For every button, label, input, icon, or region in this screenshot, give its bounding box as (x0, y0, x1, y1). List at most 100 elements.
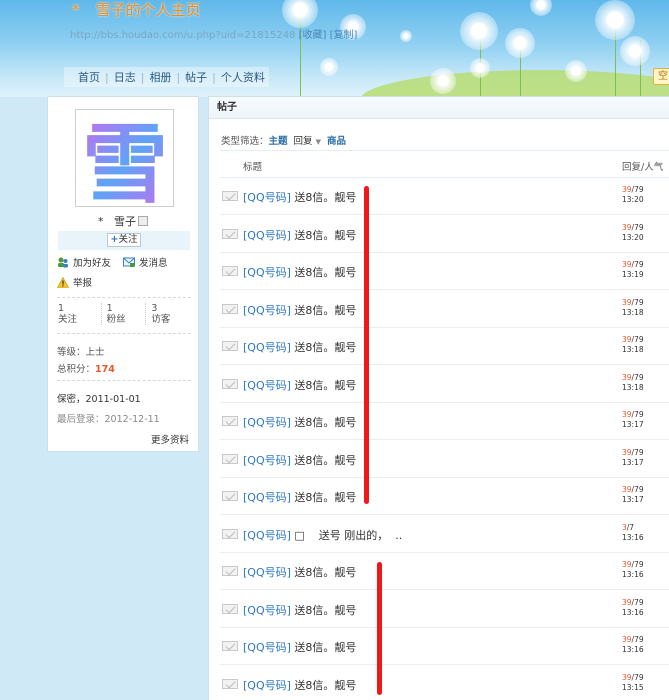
post-time: 13:19 (622, 270, 644, 279)
banner-hill (360, 70, 669, 97)
post-stats: 39/79 13:15 (622, 673, 644, 693)
avatar-glyph: 雪 (82, 115, 168, 204)
message-icon (123, 257, 135, 267)
nav-item-profile[interactable]: 个人资料 (221, 69, 265, 85)
nav-item-home[interactable]: 首页 (78, 69, 100, 85)
avatar[interactable]: 雪 (75, 109, 174, 207)
table-row: [QQ号码] 送8信。靓号 39/79 13:18 (220, 366, 669, 403)
more-info-link[interactable]: 更多资料 (151, 432, 189, 446)
post-title[interactable]: [QQ号码] 送8信。靓号 (243, 489, 356, 505)
post-title[interactable]: [QQ号码] 送8信。靓号 (243, 677, 356, 693)
reply-count: 39 (622, 672, 632, 682)
dandelion-decoration (430, 68, 456, 94)
post-title[interactable]: [QQ号码] 送8信。靓号 (243, 414, 356, 430)
post-category[interactable]: [QQ号码] (243, 566, 291, 579)
send-message-label: 发消息 (139, 258, 168, 269)
points-label: 总积分： (57, 364, 96, 375)
stat-fans[interactable]: 1 粉丝 (102, 303, 147, 325)
favorite-link[interactable]: [收藏] (299, 30, 327, 41)
stat-visitors[interactable]: 3 访客 (146, 303, 191, 325)
stat-following[interactable]: 1 关注 (57, 303, 102, 325)
post-title[interactable]: [QQ号码] 送8信。靓号 (243, 452, 356, 468)
filter-topic[interactable]: 主题 (269, 136, 288, 147)
post-title[interactable]: [QQ号码] □ 送号 刚出的， .. (243, 527, 402, 543)
post-category[interactable]: [QQ号码] (243, 304, 291, 317)
filter-reply-label: 回复 (293, 136, 313, 147)
post-category[interactable]: [QQ号码] (243, 191, 291, 204)
post-time: 13:18 (622, 345, 644, 354)
report-link[interactable]: 举报 (57, 275, 92, 289)
post-title[interactable]: [QQ号码] 送8信。靓号 (243, 189, 356, 205)
post-category[interactable]: [QQ号码] (243, 229, 291, 242)
post-category[interactable]: [QQ号码] (243, 341, 291, 354)
envelope-icon (222, 566, 238, 576)
copy-link[interactable]: [复制] (330, 30, 358, 41)
table-row: [QQ号码] 送8信。靓号 39/79 13:17 (220, 478, 669, 515)
post-title[interactable]: [QQ号码] 送8信。靓号 (243, 602, 356, 618)
post-stats: 39/79 13:18 (622, 335, 644, 355)
post-category[interactable]: [QQ号码] (243, 266, 291, 279)
follow-button[interactable]: +关注 (106, 233, 142, 247)
envelope-icon (222, 528, 238, 539)
site-title: * 雪子的个人主页 (72, 0, 201, 20)
post-title[interactable]: [QQ号码] 送8信。靓号 (243, 264, 356, 280)
view-count: /79 (631, 410, 644, 419)
level-value: 上士 (85, 347, 105, 358)
post-category[interactable]: [QQ号码] (243, 529, 291, 542)
post-title[interactable]: [QQ号码] 送8信。靓号 (243, 302, 356, 318)
filter-goods[interactable]: 商品 (327, 136, 346, 147)
send-message-link[interactable]: 发消息 (123, 255, 168, 269)
post-category[interactable]: [QQ号码] (243, 604, 291, 617)
filter-reply[interactable]: 回复 ▼ (294, 136, 321, 147)
corner-button[interactable]: 空 (653, 68, 669, 85)
post-title[interactable]: [QQ号码] 送8信。靓号 (243, 564, 356, 580)
post-time: 13:18 (622, 382, 644, 392)
dandelion-decoration (530, 0, 552, 16)
post-category[interactable]: [QQ号码] (243, 679, 291, 692)
reply-count: 39 (622, 222, 632, 232)
post-time: 13:18 (622, 307, 644, 317)
filter-label: 类型筛选： (221, 136, 269, 147)
table-row: [QQ号码] 送8信。靓号 39/79 13:20 (220, 178, 669, 215)
reply-count: 39 (622, 260, 632, 269)
gender-icon (138, 216, 148, 226)
title-star: * (72, 1, 80, 19)
post-title-text: 送8信。靓号 (290, 191, 357, 204)
nav-separator: | (176, 70, 181, 84)
post-category[interactable]: [QQ号码] (243, 641, 291, 654)
post-title[interactable]: [QQ号码] 送8信。靓号 (243, 339, 356, 355)
stat-following-value: 1 (58, 303, 65, 314)
dandelion-decoration (320, 58, 338, 76)
table-row: [QQ号码] 送8信。靓号 39/79 13:20 (220, 216, 669, 253)
post-title-text: 送8信。靓号 (290, 678, 357, 692)
add-friend-link[interactable]: 加为好友 (57, 255, 111, 269)
stat-fans-label: 粉丝 (106, 314, 126, 325)
username-text[interactable]: 雪子 (114, 215, 136, 228)
reply-count: 39 (622, 185, 632, 194)
post-title[interactable]: [QQ号码] 送8信。靓号 (243, 227, 356, 243)
stats-row: 1 关注 1 粉丝 3 访客 (57, 303, 191, 325)
post-stats: 39/79 13:19 (622, 260, 644, 280)
post-time: 13:17 (622, 495, 644, 504)
divider (57, 297, 191, 298)
nav-item-diary[interactable]: 日志 (114, 69, 136, 85)
post-category[interactable]: [QQ号码] (243, 454, 291, 467)
post-title-text: 送8信。靓号 (290, 303, 357, 317)
post-title-text: 送8信。靓号 (290, 416, 357, 429)
nav-item-album[interactable]: 相册 (149, 69, 171, 85)
post-title[interactable]: [QQ号码] 送8信。靓号 (243, 639, 356, 655)
divider (57, 380, 191, 381)
envelope-icon (222, 416, 238, 426)
points-line: 总积分：174 (57, 361, 115, 375)
post-category[interactable]: [QQ号码] (243, 379, 291, 392)
view-count: /79 (631, 335, 644, 344)
post-category[interactable]: [QQ号码] (243, 416, 291, 429)
post-title[interactable]: [QQ号码] 送8信。靓号 (243, 377, 356, 393)
nav-item-posts[interactable]: 帖子 (185, 69, 207, 85)
stat-following-label: 关注 (58, 314, 78, 325)
post-category[interactable]: [QQ号码] (243, 491, 291, 504)
view-count: /79 (631, 672, 644, 682)
post-time: 13:15 (622, 682, 644, 692)
profile-url[interactable]: http://bbs.houdao.com/u.php?uid=21815248 (70, 30, 295, 41)
view-count: /79 (631, 185, 644, 194)
